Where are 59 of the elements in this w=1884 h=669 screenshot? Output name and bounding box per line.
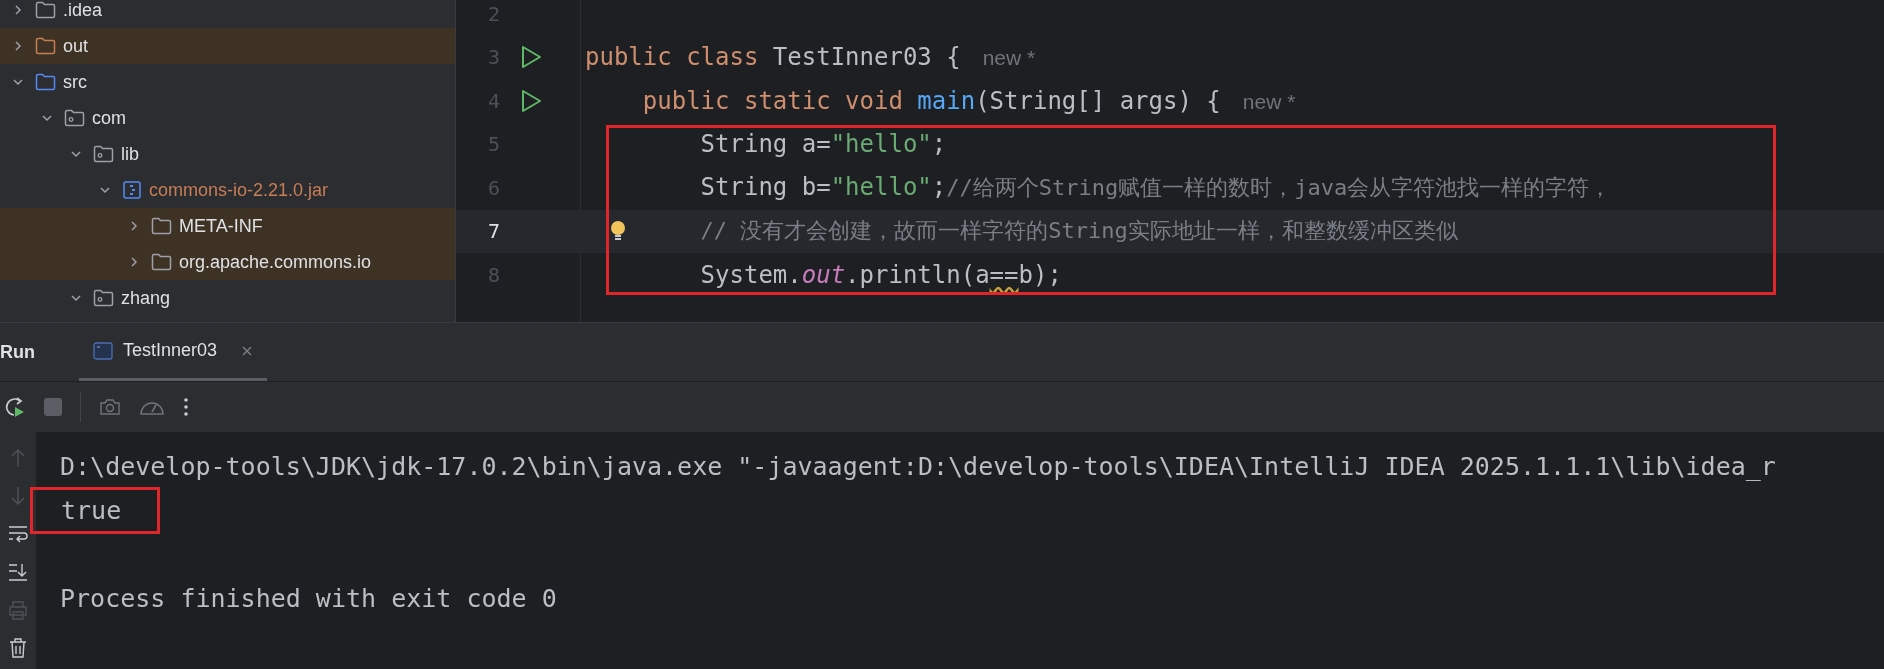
chevron-right-icon[interactable] bbox=[12, 40, 24, 52]
tree-row[interactable]: lib bbox=[0, 136, 455, 172]
folder-icon bbox=[35, 1, 56, 19]
run-icon[interactable] bbox=[520, 88, 542, 113]
console-icon bbox=[93, 341, 113, 360]
line-number: 7 bbox=[486, 219, 500, 244]
more-icon[interactable] bbox=[183, 397, 189, 417]
tree-item-label: src bbox=[63, 71, 87, 93]
archive-icon bbox=[122, 180, 142, 200]
panel-title: Run bbox=[0, 341, 35, 363]
tree-row[interactable]: out bbox=[0, 28, 455, 64]
package-icon bbox=[93, 145, 114, 163]
tree-item-label: .idea bbox=[63, 0, 103, 21]
chevron-down-icon[interactable] bbox=[12, 76, 24, 88]
tree-item-label: lib bbox=[121, 143, 139, 165]
folder-icon bbox=[35, 37, 56, 55]
chevron-right-icon[interactable] bbox=[128, 256, 140, 268]
close-icon[interactable] bbox=[241, 344, 254, 357]
folder-icon bbox=[35, 73, 56, 91]
package-icon bbox=[64, 109, 85, 127]
tree-row[interactable]: META-INF bbox=[0, 208, 455, 244]
run-icon[interactable] bbox=[520, 45, 542, 70]
chevron-down-icon[interactable] bbox=[41, 112, 53, 124]
lightbulb-icon[interactable] bbox=[610, 220, 626, 243]
soft-wrap-icon[interactable] bbox=[8, 524, 28, 544]
trash-icon[interactable] bbox=[9, 638, 27, 658]
code-line: // 没有才会创建，故而一样字符的String实际地址一样，和整数缓冲区类似 bbox=[700, 217, 1458, 246]
scroll-to-end-icon[interactable] bbox=[8, 562, 28, 582]
folder-icon bbox=[151, 253, 172, 271]
code-line: public static void main(String[] args) { bbox=[642, 86, 1221, 115]
chevron-down-icon[interactable] bbox=[70, 292, 82, 304]
package-icon bbox=[93, 289, 114, 307]
tree-item-label: META-INF bbox=[179, 215, 263, 237]
console-output-line: true bbox=[61, 495, 122, 525]
code-line: String a="hello"; bbox=[700, 130, 947, 159]
author-hint[interactable]: new * bbox=[982, 46, 1036, 71]
run-tab[interactable]: TestInner03 bbox=[79, 323, 268, 381]
code-line: String b="hello";//给两个String赋值一样的数时，java会从字符池找一样的字符， bbox=[700, 172, 1612, 203]
code-line: public class TestInner03 { bbox=[585, 43, 961, 72]
chevron-right-icon[interactable] bbox=[12, 4, 24, 16]
tree-row[interactable]: commons-io-2.21.0.jar bbox=[0, 172, 455, 208]
chevron-down-icon[interactable] bbox=[70, 148, 82, 160]
tree-row[interactable]: zhang bbox=[0, 280, 455, 316]
tree-row[interactable]: src bbox=[0, 64, 455, 100]
code-line: System.out.println(a==b); bbox=[700, 260, 1062, 289]
tree-item-label: commons-io-2.21.0.jar bbox=[149, 179, 329, 201]
camera-icon[interactable] bbox=[99, 398, 121, 416]
tree-item-label: out bbox=[63, 35, 89, 57]
console-output-line: Process finished with exit code 0 bbox=[60, 583, 557, 613]
console-output-line: D:\develop-tools\JDK\jdk-17.0.2\bin\java.exe "-javaagent:D:\develop-tools\IDEA\IntelliJ IDEA 2025.1.1.1\lib\idea_r bbox=[60, 451, 1776, 481]
folder-icon bbox=[151, 217, 172, 235]
tree-row[interactable]: com bbox=[0, 100, 455, 136]
tree-item-label: com bbox=[92, 107, 126, 129]
tree-item-label: zhang bbox=[121, 287, 171, 309]
chevron-right-icon[interactable] bbox=[128, 220, 140, 232]
tree-item-label: org.apache.commons.io bbox=[179, 251, 372, 273]
chevron-down-icon[interactable] bbox=[99, 184, 111, 196]
tree-row[interactable]: org.apache.commons.io bbox=[0, 244, 455, 280]
tree-row[interactable]: .idea bbox=[0, 0, 455, 28]
